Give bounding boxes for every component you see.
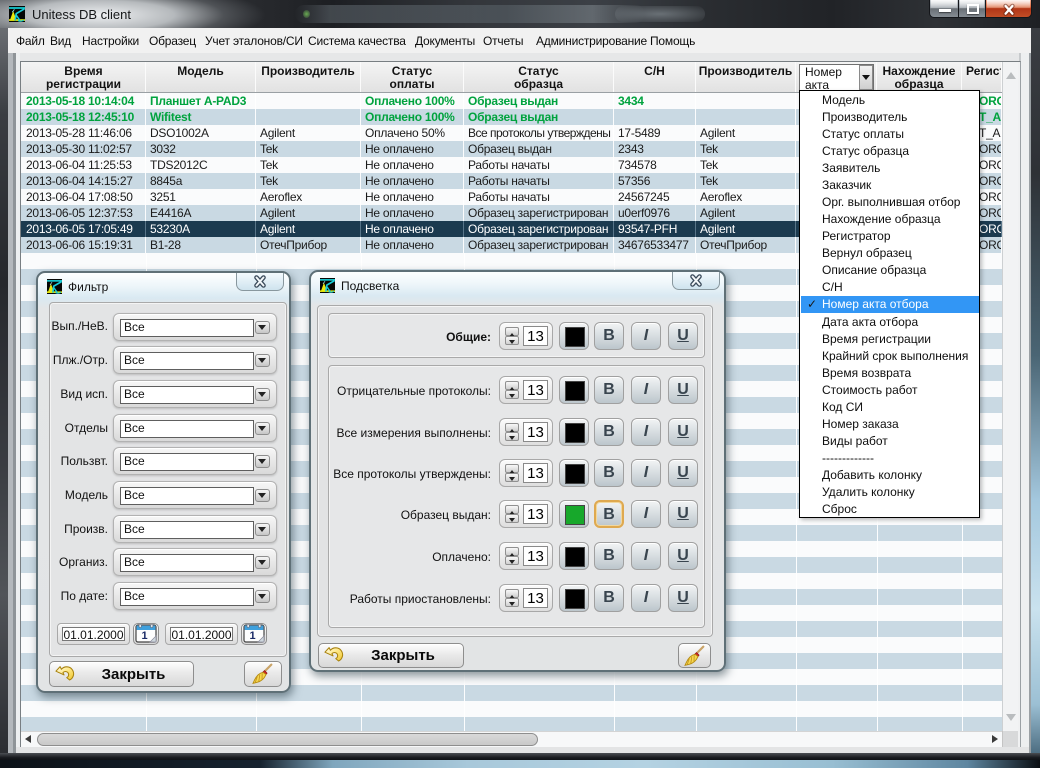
svg-text:1: 1 <box>142 630 148 642</box>
svg-text:1: 1 <box>250 630 256 642</box>
